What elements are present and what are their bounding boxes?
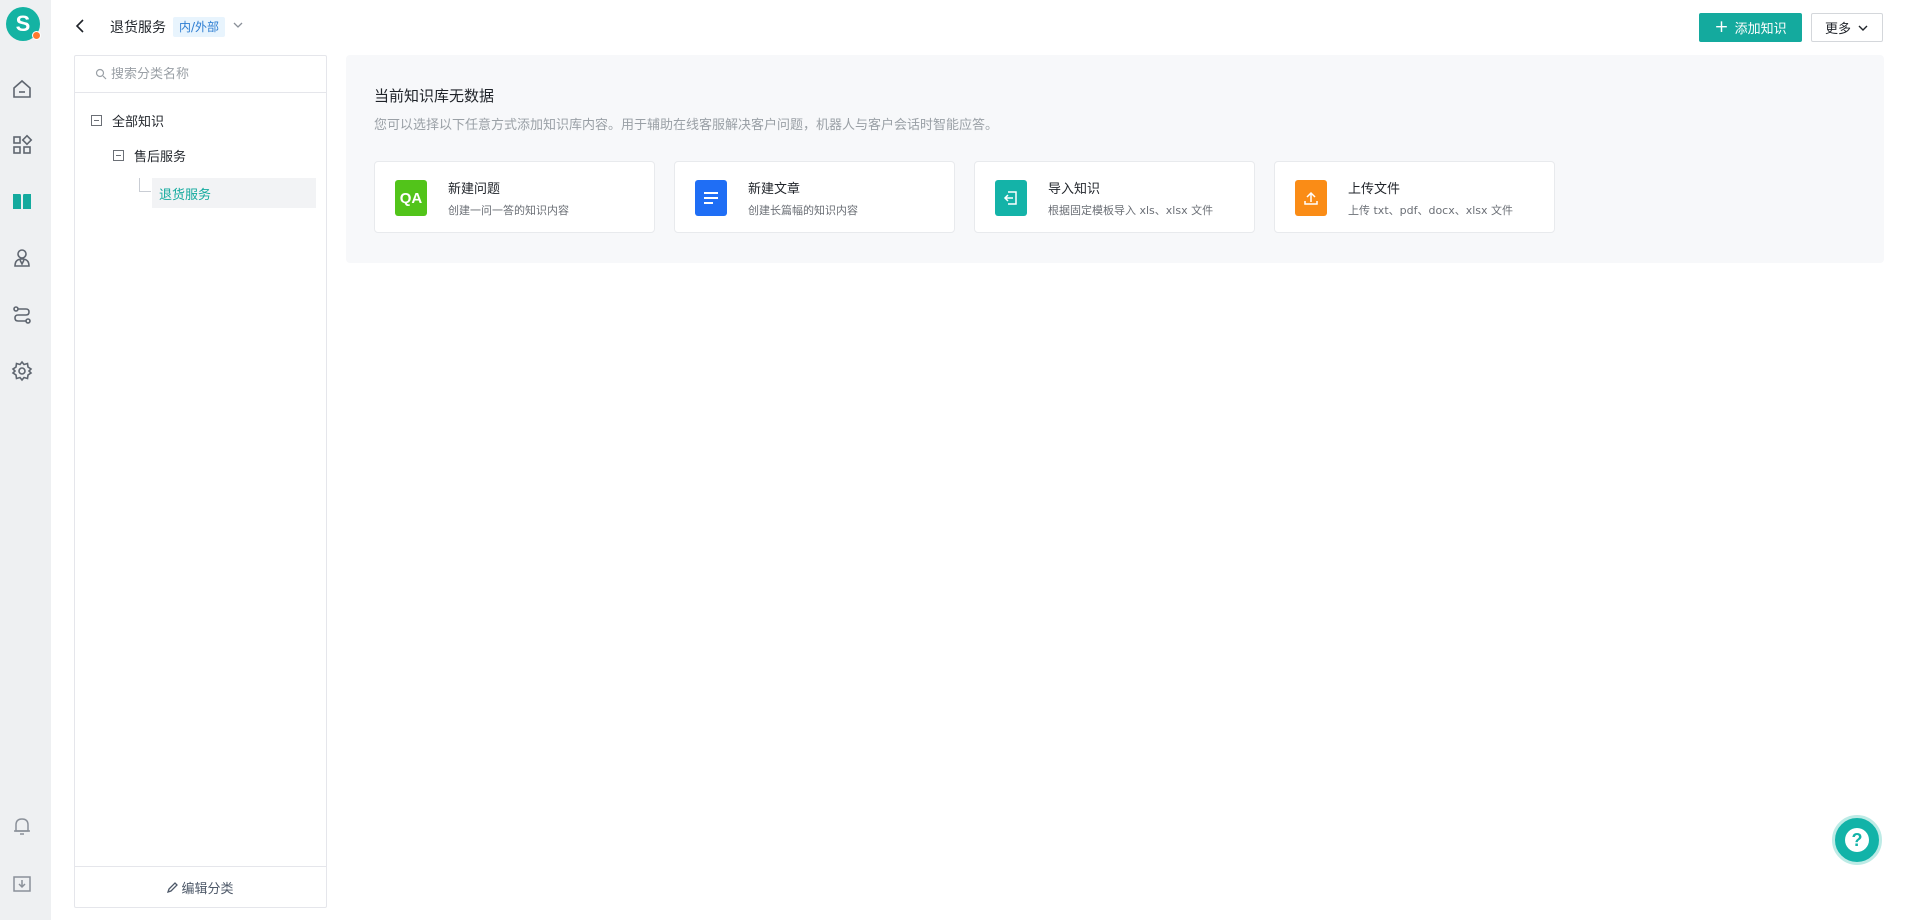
category-panel: 全部知识 售后服务 退货服务 编辑分类 xyxy=(74,55,327,908)
left-rail: S xyxy=(0,0,51,920)
category-search xyxy=(75,56,326,93)
plus-icon: + xyxy=(1714,17,1729,37)
qa-icon: QA xyxy=(395,180,427,216)
help-question-icon: ? xyxy=(1845,828,1869,852)
collapse-toggle-icon[interactable] xyxy=(113,150,124,161)
apps-grid-icon[interactable] xyxy=(11,134,33,156)
chevron-left-icon xyxy=(75,19,84,33)
search-icon xyxy=(95,68,107,80)
add-knowledge-button[interactable]: + 添加知识 xyxy=(1699,13,1802,42)
scope-tag[interactable]: 内/外部 xyxy=(173,17,226,37)
import-knowledge-option[interactable]: 导入知识 根据固定模板导入 xls、xlsx 文件 xyxy=(974,161,1255,233)
tree-node-label: 全部知识 xyxy=(112,115,165,130)
flow-icon[interactable] xyxy=(11,304,33,326)
collapse-toggle-icon[interactable] xyxy=(91,115,102,126)
new-question-option[interactable]: QA 新建问题 创建一问一答的知识内容 xyxy=(374,161,655,233)
settings-gear-icon[interactable] xyxy=(11,360,33,382)
option-description: 上传 txt、pdf、docx、xlsx 文件 xyxy=(1348,204,1514,217)
tree-node-all-knowledge[interactable]: 全部知识 xyxy=(91,111,164,130)
option-title: 上传文件 xyxy=(1348,182,1401,197)
option-description: 创建长篇幅的知识内容 xyxy=(748,204,858,217)
new-article-option[interactable]: 新建文章 创建长篇幅的知识内容 xyxy=(674,161,955,233)
tree-node-label: 售后服务 xyxy=(134,150,187,165)
import-icon xyxy=(995,180,1027,216)
tree-node-label: 退货服务 xyxy=(159,187,212,203)
agent-icon[interactable] xyxy=(11,247,33,269)
bell-icon[interactable] xyxy=(11,815,33,837)
option-description: 根据固定模板导入 xls、xlsx 文件 xyxy=(1048,204,1214,217)
page-title: 退货服务 xyxy=(110,20,166,36)
option-title: 新建问题 xyxy=(448,182,501,197)
empty-state-card: 当前知识库无数据 您可以选择以下任意方式添加知识库内容。用于辅助在线客服解决客户… xyxy=(346,55,1884,263)
more-button[interactable]: 更多 xyxy=(1811,13,1883,42)
chevron-down-icon xyxy=(1858,25,1868,31)
edit-category-button[interactable]: 编辑分类 xyxy=(75,866,326,907)
add-knowledge-label: 添加知识 xyxy=(1734,22,1787,37)
tree-connector-line xyxy=(139,178,151,192)
chevron-down-icon[interactable] xyxy=(232,19,244,31)
upload-file-option[interactable]: 上传文件 上传 txt、pdf、docx、xlsx 文件 xyxy=(1274,161,1555,233)
download-box-icon[interactable] xyxy=(11,872,33,894)
edit-category-label: 编辑分类 xyxy=(181,881,234,897)
help-button[interactable]: ? xyxy=(1832,815,1882,865)
option-description: 创建一问一答的知识内容 xyxy=(448,204,569,217)
app-logo[interactable]: S xyxy=(6,7,41,41)
tree-node-after-sales[interactable]: 售后服务 xyxy=(113,146,186,165)
qa-icon-text: QA xyxy=(399,189,423,207)
more-label: 更多 xyxy=(1824,22,1851,37)
category-search-input[interactable] xyxy=(111,66,311,82)
home-icon[interactable] xyxy=(11,78,33,100)
empty-state-title: 当前知识库无数据 xyxy=(374,87,495,105)
knowledge-book-icon[interactable] xyxy=(11,190,33,212)
article-icon xyxy=(695,180,727,216)
option-title: 新建文章 xyxy=(748,182,801,197)
empty-state-description: 您可以选择以下任意方式添加知识库内容。用于辅助在线客服解决客户问题，机器人与客户… xyxy=(374,118,999,133)
tree-node-return-service[interactable]: 退货服务 xyxy=(152,178,316,208)
upload-icon xyxy=(1295,180,1327,216)
back-button[interactable] xyxy=(72,16,88,36)
option-title: 导入知识 xyxy=(1048,182,1101,197)
logo-letter: S xyxy=(15,11,31,36)
pencil-icon xyxy=(167,881,179,893)
